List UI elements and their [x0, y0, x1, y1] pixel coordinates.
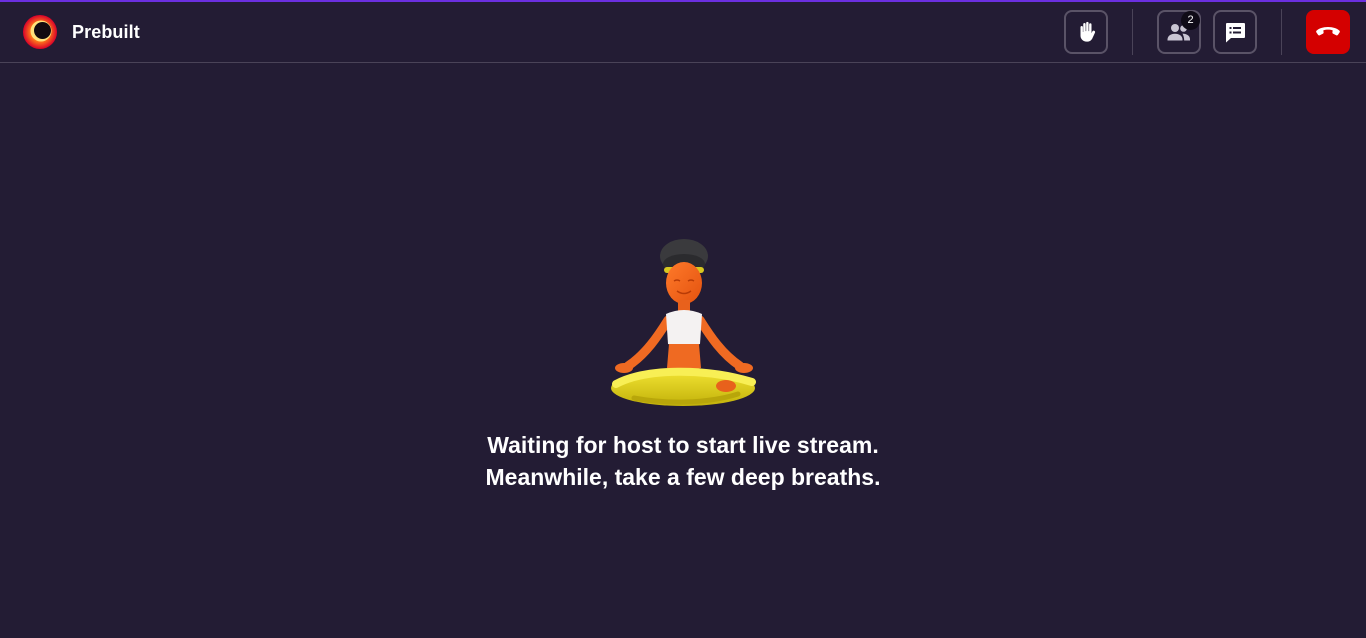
- chat-button[interactable]: [1213, 10, 1257, 54]
- app-title: Prebuilt: [72, 21, 140, 42]
- header-actions: 2: [1064, 9, 1350, 55]
- meditating-person-illustration: [611, 239, 756, 406]
- waiting-message: Waiting for host to start live stream. M…: [383, 429, 983, 493]
- participant-count-badge: 2: [1181, 11, 1200, 30]
- raise-hand-button[interactable]: [1064, 10, 1108, 54]
- header-divider: [1132, 9, 1133, 55]
- waiting-message-line-2: Meanwhile, take a few deep breaths.: [485, 464, 881, 490]
- waiting-message-line-1: Waiting for host to start live stream.: [487, 432, 879, 458]
- header-divider: [1281, 9, 1282, 55]
- chat-icon: [1226, 23, 1245, 43]
- app-logo-icon: [23, 15, 57, 49]
- phone-hangup-icon: [1316, 27, 1340, 36]
- leave-button[interactable]: [1306, 10, 1350, 54]
- participants-button[interactable]: 2: [1157, 10, 1201, 54]
- brand: Prebuilt: [22, 14, 140, 50]
- header-bar: Prebuilt 2: [0, 2, 1366, 63]
- raise-hand-icon: [1080, 21, 1096, 42]
- main-content: Waiting for host to start live stream. M…: [0, 64, 1366, 638]
